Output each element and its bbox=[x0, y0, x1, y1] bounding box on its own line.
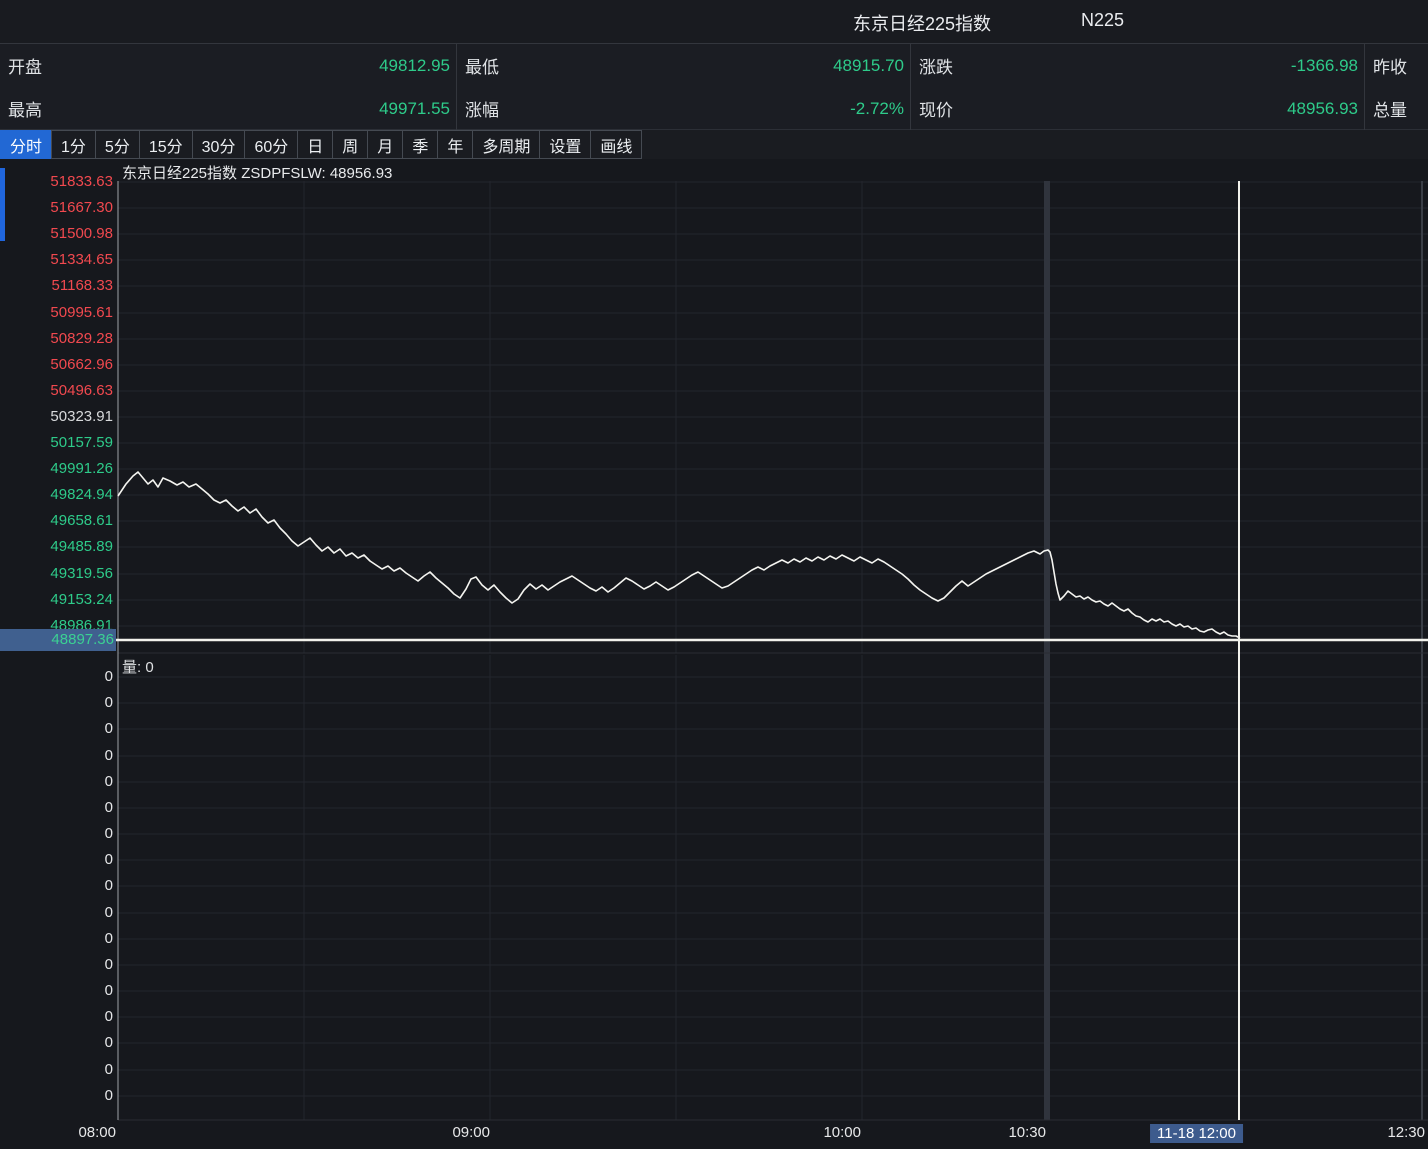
tab-月[interactable]: 月 bbox=[367, 130, 403, 159]
volume-indicator-label: 量: 0 bbox=[122, 656, 154, 677]
tab-30分[interactable]: 30分 bbox=[192, 130, 246, 159]
quote-cell: -1366.98 涨跌 bbox=[911, 44, 1365, 87]
quote-label: 最高 bbox=[8, 96, 42, 121]
volume-axis-label: 0 bbox=[0, 904, 113, 922]
price-axis-label: 51500.98 bbox=[0, 225, 113, 243]
intraday-chart-canvas[interactable] bbox=[0, 159, 1428, 1149]
volume-axis-label: 0 bbox=[0, 1008, 113, 1026]
current-price-tag: 48897.36 bbox=[0, 629, 116, 651]
trading-app-window: 东京日经225指数 N225 49812.95 开盘 48915.70 最低 -1366… bbox=[0, 0, 1428, 1149]
time-axis-label: 09:00 bbox=[452, 1124, 490, 1141]
quote-label: 开盘 bbox=[8, 53, 42, 78]
volume-axis-label: 0 bbox=[0, 694, 113, 712]
instrument-title: 东京日经225指数 bbox=[853, 10, 991, 36]
volume-axis-label: 0 bbox=[0, 747, 113, 765]
price-axis-label: 49319.56 bbox=[0, 565, 113, 583]
tab-日[interactable]: 日 bbox=[297, 130, 333, 159]
quote-cell: 昨收 bbox=[1365, 44, 1428, 87]
price-axis-label: 51168.33 bbox=[0, 277, 113, 295]
quote-cell: 49971.55 最高 bbox=[0, 87, 457, 130]
tab-5分[interactable]: 5分 bbox=[95, 130, 140, 159]
quote-value: 49812.95 bbox=[379, 56, 450, 76]
time-axis-label: 08:00 bbox=[78, 1124, 116, 1141]
chart-legend: 东京日经225指数 ZSDPFSLW: 48956.93 bbox=[122, 162, 392, 183]
quote-value: 48956.93 bbox=[1287, 99, 1358, 119]
quote-value: -1366.98 bbox=[1291, 56, 1358, 76]
quote-label: 涨跌 bbox=[919, 53, 953, 78]
time-axis-label: 10:00 bbox=[823, 1124, 861, 1141]
quote-value: 49971.55 bbox=[379, 99, 450, 119]
price-axis-label: 51667.30 bbox=[0, 199, 113, 217]
chart-area[interactable]: 东京日经225指数 ZSDPFSLW: 48956.93 51833.63 516… bbox=[0, 159, 1428, 1149]
volume-axis-label: 0 bbox=[0, 877, 113, 895]
title-bar: 东京日经225指数 N225 bbox=[0, 0, 1428, 44]
volume-axis-label: 0 bbox=[0, 982, 113, 1000]
price-axis-label: 50662.96 bbox=[0, 356, 113, 374]
volume-axis-label: 0 bbox=[0, 720, 113, 738]
instrument-symbol: N225 bbox=[1081, 10, 1124, 31]
tab-年[interactable]: 年 bbox=[437, 130, 473, 159]
price-axis-label: 49658.61 bbox=[0, 512, 113, 530]
quote-info-panel: 49812.95 开盘 48915.70 最低 -1366.98 涨跌 昨收 49971.5… bbox=[0, 44, 1428, 130]
price-axis-label: 50995.61 bbox=[0, 304, 113, 322]
quote-row-1: 49812.95 开盘 48915.70 最低 -1366.98 涨跌 昨收 bbox=[0, 44, 1428, 87]
tab-设置[interactable]: 设置 bbox=[539, 130, 591, 159]
quote-value: 48915.70 bbox=[833, 56, 904, 76]
volume-axis-label: 0 bbox=[0, 1087, 113, 1105]
tab-画线[interactable]: 画线 bbox=[590, 130, 642, 159]
quote-cell: 48956.93 现价 bbox=[911, 87, 1365, 130]
price-axis-label: 50829.28 bbox=[0, 330, 113, 348]
quote-label: 总量 bbox=[1373, 96, 1407, 121]
price-axis-label: 51833.63 bbox=[0, 173, 113, 191]
volume-axis-label: 0 bbox=[0, 956, 113, 974]
crosshair-time-tag: 11-18 12:00 bbox=[1150, 1124, 1243, 1143]
tab-季[interactable]: 季 bbox=[402, 130, 438, 159]
tab-周[interactable]: 周 bbox=[332, 130, 368, 159]
volume-axis-label: 0 bbox=[0, 930, 113, 948]
quote-value: -2.72% bbox=[850, 99, 904, 119]
volume-axis-label: 0 bbox=[0, 851, 113, 869]
price-axis-label: 51334.65 bbox=[0, 251, 113, 269]
session-break-band bbox=[1044, 181, 1050, 1120]
quote-cell: 总量 bbox=[1365, 87, 1428, 130]
quote-row-2: 49971.55 最高 -2.72% 涨幅 48956.93 现价 总量 bbox=[0, 87, 1428, 130]
tab-1分[interactable]: 1分 bbox=[51, 130, 96, 159]
tab-60分[interactable]: 60分 bbox=[244, 130, 298, 159]
volume-axis-label: 0 bbox=[0, 1061, 113, 1079]
time-axis-label: 10:30 bbox=[1008, 1124, 1046, 1141]
time-axis-label: 12:30 bbox=[1387, 1124, 1425, 1141]
volume-axis-label: 0 bbox=[0, 1034, 113, 1052]
price-line bbox=[118, 472, 1240, 638]
price-axis-label: 50496.63 bbox=[0, 382, 113, 400]
price-axis-label: 49153.24 bbox=[0, 591, 113, 609]
quote-label: 涨幅 bbox=[465, 96, 499, 121]
price-axis-label: 49824.94 bbox=[0, 486, 113, 504]
tab-多周期[interactable]: 多周期 bbox=[472, 130, 540, 159]
quote-cell: 49812.95 开盘 bbox=[0, 44, 457, 87]
volume-axis-label: 0 bbox=[0, 668, 113, 686]
price-axis-label: 50157.59 bbox=[0, 434, 113, 452]
tab-15分[interactable]: 15分 bbox=[139, 130, 193, 159]
quote-label: 最低 bbox=[465, 53, 499, 78]
volume-axis-label: 0 bbox=[0, 773, 113, 791]
quote-label: 现价 bbox=[919, 96, 953, 121]
quote-cell: 48915.70 最低 bbox=[457, 44, 911, 87]
volume-axis-label: 0 bbox=[0, 825, 113, 843]
price-axis-label: 49991.26 bbox=[0, 460, 113, 478]
quote-cell: -2.72% 涨幅 bbox=[457, 87, 911, 130]
tab-分时[interactable]: 分时 bbox=[0, 130, 52, 159]
price-axis-label: 50323.91 bbox=[0, 408, 113, 426]
volume-axis-label: 0 bbox=[0, 799, 113, 817]
chart-period-tabs: 分时1分5分15分30分60分日周月季年多周期设置画线 bbox=[0, 130, 1428, 159]
price-axis-label: 49485.89 bbox=[0, 538, 113, 556]
quote-label: 昨收 bbox=[1373, 53, 1407, 78]
